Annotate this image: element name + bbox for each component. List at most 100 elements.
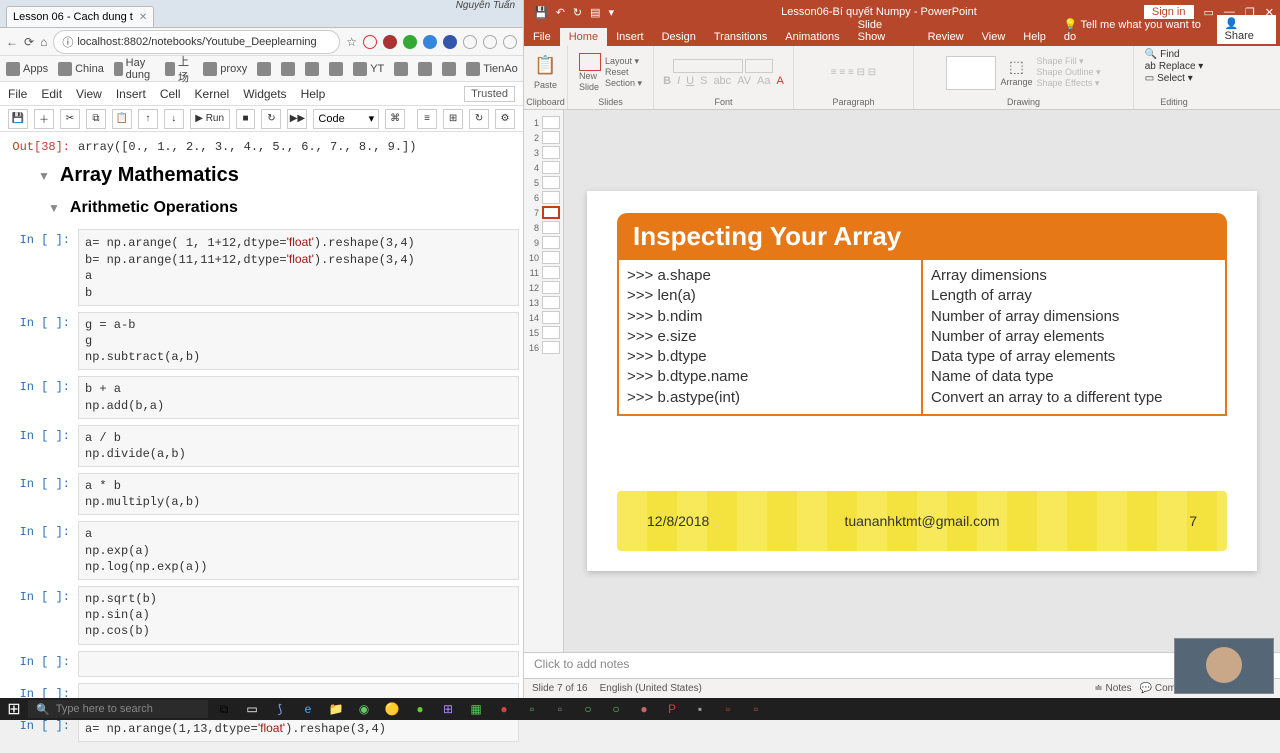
code-cell[interactable]: In [ ]:np.sqrt(b) np.sin(a) np.cos(b)	[8, 586, 519, 645]
undo-icon[interactable]: ↶	[556, 6, 565, 19]
replace-button[interactable]: abReplace ▾	[1145, 61, 1204, 72]
ribbon-tab[interactable]: View	[973, 28, 1015, 46]
slide-thumbnail[interactable]: 10	[527, 251, 560, 264]
slide-thumbnail[interactable]: 8	[527, 221, 560, 234]
code-cell[interactable]: In [ ]:	[8, 651, 519, 677]
browser-tab[interactable]: Lesson 06 - Cach dung t ✕	[6, 6, 154, 27]
cell-code[interactable]: a= np.arange( 1, 1+12,dtype='float').res…	[78, 229, 519, 306]
shape-fill-button[interactable]: Shape Fill ▾	[1036, 56, 1100, 67]
ribbon-tab[interactable]: File	[524, 28, 560, 46]
bookmark-item[interactable]	[394, 62, 408, 76]
taskbar-app-icon[interactable]: ▫	[744, 700, 768, 718]
shape-outline-button[interactable]: Shape Outline ▾	[1036, 67, 1100, 78]
cell-code[interactable]	[78, 651, 519, 677]
code-cell[interactable]: In [ ]:a / b np.divide(a,b)	[8, 425, 519, 467]
start-button[interactable]: ⊞	[4, 700, 24, 718]
section-button[interactable]: Section ▾	[605, 78, 642, 89]
bookmark-item[interactable]: China	[58, 62, 104, 76]
bookmark-item[interactable]: proxy	[203, 62, 247, 76]
tell-me-input[interactable]: 💡 Tell me what you want to do	[1055, 15, 1217, 46]
taskbar-app-icon[interactable]: ▫	[548, 700, 572, 718]
menu-item[interactable]: Widgets	[243, 87, 286, 101]
task-view-icon[interactable]: ⧉	[212, 700, 236, 718]
cell-code[interactable]: a np.exp(a) np.log(np.exp(a))	[78, 521, 519, 580]
run-button[interactable]: ▶ Run	[190, 109, 230, 129]
select-button[interactable]: ▭Select ▾	[1145, 73, 1204, 84]
redo-icon[interactable]: ↻	[573, 6, 582, 19]
toolbar-icon[interactable]: ≡	[417, 109, 437, 129]
layout-button[interactable]: Layout ▾	[605, 56, 642, 67]
taskbar-app-icon[interactable]: ○	[576, 700, 600, 718]
code-cell[interactable]: In [ ]:a= np.arange( 1, 1+12,dtype='floa…	[8, 229, 519, 306]
menu-item[interactable]: Cell	[160, 87, 181, 101]
cell-code[interactable]: a / b np.divide(a,b)	[78, 425, 519, 467]
bookmark-item[interactable]	[305, 62, 319, 76]
code-cell[interactable]: In [ ]:g = a-b g np.subtract(a,b)	[8, 312, 519, 371]
cell-code[interactable]: b + a np.add(b,a)	[78, 376, 519, 418]
menu-item[interactable]: Edit	[41, 87, 62, 101]
ext-icon[interactable]	[463, 35, 477, 49]
find-button[interactable]: 🔍Find	[1145, 49, 1204, 60]
menu-item[interactable]: Insert	[116, 87, 146, 101]
arrange-button[interactable]: Arrange	[1000, 77, 1032, 88]
slide[interactable]: Inspecting Your Array >>> a.shape>>> len…	[587, 191, 1257, 571]
cell-type-select[interactable]: Code▾	[313, 109, 379, 129]
ext-icon[interactable]	[403, 35, 417, 49]
taskbar-app-icon[interactable]: ▪	[688, 700, 712, 718]
back-icon[interactable]: ←	[6, 35, 18, 49]
star-icon[interactable]: ☆	[346, 35, 357, 49]
slide-thumbnail[interactable]: 16	[527, 341, 560, 354]
ribbon-tab[interactable]: Animations	[776, 28, 848, 46]
save-icon[interactable]: 💾	[534, 6, 548, 19]
chrome-icon[interactable]: 🟡	[380, 700, 404, 718]
code-cell[interactable]: In [ ]:a * b np.multiply(a,b)	[8, 473, 519, 515]
taskbar-app-icon[interactable]: ●	[492, 700, 516, 718]
bookmark-item[interactable]	[442, 62, 456, 76]
ext-icon[interactable]	[483, 35, 497, 49]
share-button[interactable]: 👤 Share	[1217, 15, 1276, 44]
edge-icon[interactable]: e	[296, 700, 320, 718]
slide-thumbnail[interactable]: 13	[527, 296, 560, 309]
bookmark-item[interactable]: YT	[353, 62, 384, 76]
url-input[interactable]: ⓘ localhost:8802/notebooks/Youtube_Deepl…	[53, 30, 340, 54]
bookmark-item[interactable]	[329, 62, 343, 76]
restart-icon[interactable]: ↻	[261, 109, 281, 129]
reset-button[interactable]: Reset	[605, 67, 642, 78]
bookmark-item[interactable]	[281, 62, 295, 76]
taskbar-app-icon[interactable]: ⟆	[268, 700, 292, 718]
paste-icon[interactable]: 📋	[112, 109, 132, 129]
bookmark-item[interactable]: TienAo	[466, 62, 517, 76]
ribbon-tab[interactable]: Design	[653, 28, 705, 46]
slide-thumbnail[interactable]: 5	[527, 176, 560, 189]
ext-icon[interactable]	[423, 35, 437, 49]
ribbon-tab[interactable]: Insert	[607, 28, 653, 46]
slide-thumbnail[interactable]: 9	[527, 236, 560, 249]
cell-code[interactable]: a * b np.multiply(a,b)	[78, 473, 519, 515]
ribbon-tab[interactable]: Home	[560, 28, 607, 46]
cell-code[interactable]: g = a-b g np.subtract(a,b)	[78, 312, 519, 371]
slide-thumbnail[interactable]: 3	[527, 146, 560, 159]
ribbon-tab[interactable]: Slide Show	[849, 16, 919, 46]
slide-thumbnail[interactable]: 12	[527, 281, 560, 294]
bookmark-item[interactable]	[418, 62, 432, 76]
command-palette-icon[interactable]: ⌘	[385, 109, 405, 129]
bookmark-item[interactable]	[257, 62, 271, 76]
cell-code[interactable]: np.sqrt(b) np.sin(a) np.cos(b)	[78, 586, 519, 645]
notes-pane[interactable]: Click to add notes	[524, 652, 1280, 678]
slide-thumbnail[interactable]: 1	[527, 116, 560, 129]
collapse-icon[interactable]: ▼	[48, 201, 60, 215]
taskbar-app-icon[interactable]: ⊞	[436, 700, 460, 718]
bookmark-item[interactable]: 上场	[165, 53, 193, 85]
powerpoint-icon[interactable]: P	[660, 700, 684, 718]
menu-item[interactable]: Kernel	[195, 87, 230, 101]
bookmark-item[interactable]: Apps	[6, 62, 48, 76]
collapse-icon[interactable]: ▼	[38, 169, 50, 183]
taskbar-app-icon[interactable]: ●	[632, 700, 656, 718]
taskbar-app-icon[interactable]: ○	[604, 700, 628, 718]
shape-effects-button[interactable]: Shape Effects ▾	[1036, 78, 1100, 89]
slide-thumbnail[interactable]: 6	[527, 191, 560, 204]
toolbar-icon[interactable]: ↻	[469, 109, 489, 129]
ribbon-tab[interactable]: Review	[919, 28, 973, 46]
ext-icon[interactable]	[363, 35, 377, 49]
slide-thumbnail[interactable]: 14	[527, 311, 560, 324]
